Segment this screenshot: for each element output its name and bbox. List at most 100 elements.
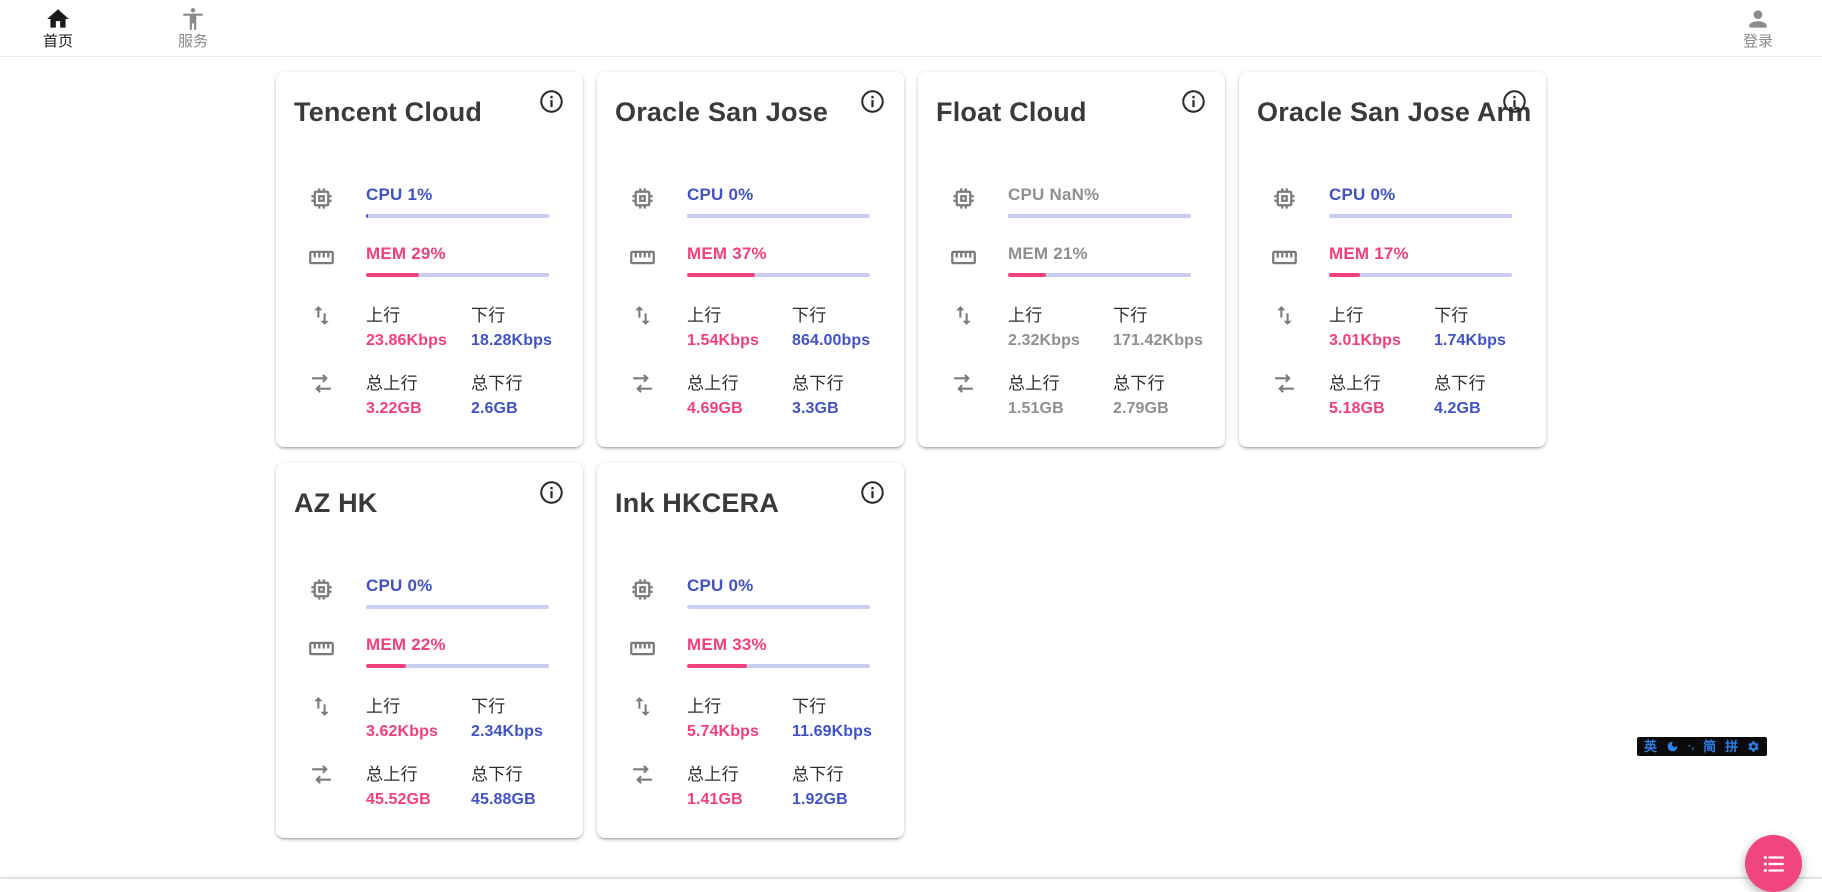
- info-icon: [859, 479, 886, 506]
- total-upload-col: 总上行 1.41GB: [687, 762, 792, 812]
- speed-row: 上行 3.62Kbps 下行 2.34Kbps: [276, 694, 583, 744]
- total-download-value: 2.79GB: [1113, 397, 1218, 421]
- ime-lang-toggle[interactable]: 英: [1644, 737, 1657, 756]
- cpu-usage-label: CPU NaN%: [1008, 185, 1191, 205]
- mem-progress-fill: [366, 664, 406, 668]
- cpu-chip-icon: [950, 185, 977, 212]
- total-row: 总上行 45.52GB 总下行 45.88GB: [276, 762, 583, 812]
- ime-charset-toggle[interactable]: 简: [1703, 737, 1716, 756]
- upload-col: 上行 5.74Kbps: [687, 694, 792, 744]
- download-speed: 11.69Kbps: [792, 720, 897, 744]
- info-button[interactable]: [1179, 88, 1207, 116]
- mem-progress-track: [366, 273, 549, 277]
- mem-usage-value: 33%: [732, 635, 767, 654]
- download-label: 下行: [471, 694, 576, 720]
- total-download-col: 总下行 4.2GB: [1434, 371, 1539, 421]
- swap-vert-icon: [630, 694, 655, 719]
- swap-horiz-icon: [309, 371, 334, 396]
- mem-progress-track: [687, 664, 870, 668]
- download-col: 下行 1.74Kbps: [1434, 303, 1539, 353]
- swap-vert-icon: [309, 694, 334, 719]
- cpu-row: CPU 0%: [597, 185, 904, 218]
- total-row: 总上行 3.22GB 总下行 2.6GB: [276, 371, 583, 421]
- footer-divider: [0, 877, 1822, 879]
- info-icon: [538, 479, 565, 506]
- swap-vert-icon: [630, 303, 655, 328]
- upload-speed: 1.54Kbps: [687, 329, 792, 353]
- upload-label: 上行: [1329, 303, 1434, 329]
- cpu-chip-icon: [1271, 185, 1298, 212]
- nav-item-home[interactable]: 首页: [30, 6, 86, 50]
- server-card-grid: Tencent Cloud CPU 1%: [276, 72, 1546, 838]
- server-list-fab[interactable]: [1745, 835, 1802, 892]
- swap-horiz-icon: [309, 762, 334, 787]
- total-download-label: 总下行: [1113, 371, 1218, 397]
- server-metrics: CPU 0% MEM 17%: [1239, 185, 1546, 439]
- cpu-progress-fill: [366, 214, 368, 218]
- server-card: AZ HK CPU 0%: [276, 463, 583, 838]
- upload-label: 上行: [366, 694, 471, 720]
- cpu-usage-label: CPU 0%: [687, 185, 870, 205]
- ime-punct-toggle[interactable]: ·,: [1688, 737, 1694, 756]
- upload-speed: 5.74Kbps: [687, 720, 792, 744]
- server-name: Ink HKCERA: [615, 488, 779, 519]
- upload-col: 上行 23.86Kbps: [366, 303, 471, 353]
- cpu-progress-track: [366, 214, 549, 218]
- download-speed: 864.00bps: [792, 329, 897, 353]
- cpu-row: CPU 1%: [276, 185, 583, 218]
- download-speed: 1.74Kbps: [1434, 329, 1539, 353]
- mem-usage-value: 29%: [411, 244, 446, 263]
- ruler-icon: [1271, 244, 1298, 271]
- cpu-chip-icon: [629, 576, 656, 603]
- mem-progress-fill: [1329, 273, 1360, 277]
- total-row: 总上行 1.41GB 总下行 1.92GB: [597, 762, 904, 812]
- info-button[interactable]: [858, 88, 886, 116]
- mem-usage-value: 21%: [1053, 244, 1088, 263]
- download-col: 下行 2.34Kbps: [471, 694, 576, 744]
- nav-label-services: 服务: [178, 33, 208, 50]
- mem-progress-track: [1008, 273, 1191, 277]
- mem-row: MEM 22%: [276, 635, 583, 668]
- upload-col: 上行 2.32Kbps: [1008, 303, 1113, 353]
- download-speed: 2.34Kbps: [471, 720, 576, 744]
- info-button[interactable]: [858, 479, 886, 507]
- moon-icon[interactable]: [1666, 740, 1679, 753]
- upload-speed: 2.32Kbps: [1008, 329, 1113, 353]
- speed-row: 上行 1.54Kbps 下行 864.00bps: [597, 303, 904, 353]
- info-button[interactable]: [537, 88, 565, 116]
- upload-speed: 3.01Kbps: [1329, 329, 1434, 353]
- nav-item-login[interactable]: 登录: [1730, 6, 1786, 50]
- cpu-row: CPU 0%: [276, 576, 583, 609]
- upload-speed: 23.86Kbps: [366, 329, 471, 353]
- mem-row: MEM 21%: [918, 244, 1225, 277]
- server-name: AZ HK: [294, 488, 378, 519]
- total-download-label: 总下行: [471, 371, 576, 397]
- server-metrics: CPU 0% MEM 33%: [597, 576, 904, 830]
- download-label: 下行: [1113, 303, 1218, 329]
- download-col: 下行 18.28Kbps: [471, 303, 576, 353]
- download-col: 下行 11.69Kbps: [792, 694, 897, 744]
- total-upload-label: 总上行: [687, 371, 792, 397]
- total-upload-col: 总上行 45.52GB: [366, 762, 471, 812]
- speed-row: 上行 23.86Kbps 下行 18.28Kbps: [276, 303, 583, 353]
- nav-item-services[interactable]: 服务: [165, 6, 221, 50]
- cpu-usage-value: 0%: [1370, 185, 1395, 204]
- mem-row: MEM 37%: [597, 244, 904, 277]
- total-upload-value: 45.52GB: [366, 788, 471, 812]
- info-button[interactable]: [537, 479, 565, 507]
- ime-scheme-toggle[interactable]: 拼: [1725, 737, 1738, 756]
- download-speed: 171.42Kbps: [1113, 329, 1218, 353]
- mem-progress-fill: [1008, 273, 1046, 277]
- nav-label-login: 登录: [1743, 33, 1773, 50]
- gear-icon[interactable]: [1747, 740, 1760, 753]
- upload-label: 上行: [687, 694, 792, 720]
- mem-usage-label: MEM 17%: [1329, 244, 1512, 264]
- info-button[interactable]: [1500, 88, 1528, 116]
- mem-usage-label: MEM 37%: [687, 244, 870, 264]
- download-speed: 18.28Kbps: [471, 329, 576, 353]
- list-icon: [1761, 851, 1787, 877]
- swap-horiz-icon: [951, 371, 976, 396]
- cpu-usage-value: 0%: [728, 185, 753, 204]
- swap-vert-icon: [1272, 303, 1297, 328]
- mem-progress-fill: [366, 273, 419, 277]
